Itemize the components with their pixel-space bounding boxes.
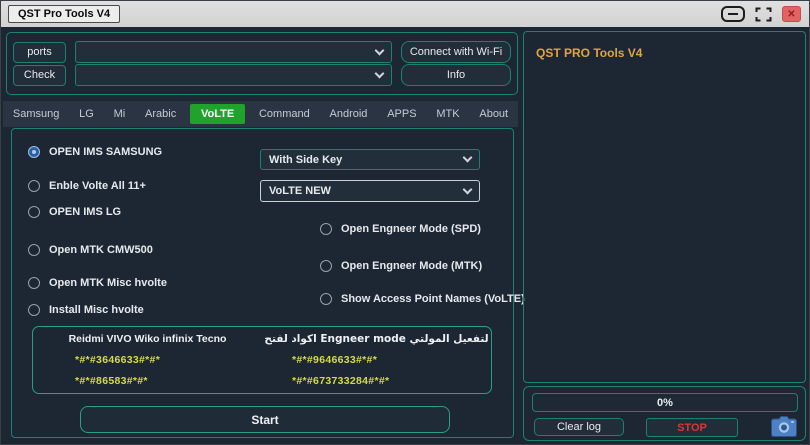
radio-icon (28, 206, 40, 218)
tab-android[interactable]: Android (324, 104, 374, 124)
progress-bar: 0% (532, 393, 798, 412)
tab-about[interactable]: About (473, 104, 514, 124)
radio-open-ims-lg[interactable]: OPEN IMS LG (28, 206, 121, 218)
tab-mtk[interactable]: MTK (430, 104, 465, 124)
titlebar: QST Pro Tools V4 ✕ (1, 1, 809, 27)
radio-open-mtk-cmw500[interactable]: Open MTK CMW500 (28, 244, 153, 256)
dial-code: *#*#673733284#*#* (262, 375, 491, 387)
radio-install-misc-hvolte[interactable]: Install Misc hvolte (28, 304, 144, 316)
chevron-down-icon (463, 153, 473, 163)
codes-column-engineer: اكواد لفتح Engneer mode لتفعيل المولتي *… (262, 333, 491, 393)
tab-bar: Samsung LG Mi Arabic VoLTE Command Andro… (3, 101, 518, 127)
tab-volte[interactable]: VoLTE (190, 104, 245, 124)
ports-button[interactable]: ports (13, 42, 66, 63)
radio-open-ims-samsung[interactable]: OPEN IMS SAMSUNG (28, 146, 162, 158)
volte-tab-panel: OPEN IMS SAMSUNG Enble Volte All 11+ OPE… (11, 128, 514, 438)
camera-icon (771, 416, 797, 437)
info-button[interactable]: Info (401, 64, 511, 86)
connection-panel: ports Connect with Wi-Fi Check Info (6, 32, 518, 95)
footer-panel: 0% Clear log STOP (523, 386, 806, 441)
check-row: Check Info (13, 64, 511, 86)
dial-codes-box: Reidmi VIVO Wiko infinix Tecno *#*#36466… (32, 326, 492, 394)
tab-apps[interactable]: APPS (381, 104, 422, 124)
radio-icon (28, 244, 40, 256)
tab-arabic[interactable]: Arabic (139, 104, 182, 124)
minimize-button[interactable] (721, 6, 745, 22)
close-icon: ✕ (787, 9, 795, 20)
radio-icon (28, 304, 40, 316)
tab-samsung[interactable]: Samsung (7, 104, 65, 124)
radio-engineer-mode-spd[interactable]: Open Engneer Mode (SPD) (320, 223, 481, 235)
dial-code: *#*#86583#*#* (33, 375, 262, 387)
codes-column-brands: Reidmi VIVO Wiko infinix Tecno *#*#36466… (33, 333, 262, 393)
tab-mi[interactable]: Mi (108, 104, 132, 124)
screenshot-button[interactable] (770, 414, 798, 438)
radio-show-apn-volte[interactable]: Show Access Point Names (VoLTE) (320, 293, 525, 305)
close-button[interactable]: ✕ (782, 6, 801, 22)
check-select[interactable] (75, 64, 392, 86)
stop-button[interactable]: STOP (646, 418, 738, 437)
side-key-select-value: With Side Key (269, 154, 464, 166)
radio-engineer-mode-mtk[interactable]: Open Engneer Mode (MTK) (320, 260, 482, 272)
radio-icon (320, 260, 332, 272)
start-button[interactable]: Start (80, 406, 450, 433)
check-button[interactable]: Check (13, 65, 66, 86)
connect-wifi-button[interactable]: Connect with Wi-Fi (401, 41, 511, 63)
log-output-panel: QST PRO Tools V4 (523, 31, 806, 383)
progress-value: 0% (657, 397, 673, 409)
radio-icon (320, 223, 332, 235)
window-title: QST Pro Tools V4 (8, 5, 120, 23)
chevron-down-icon (375, 68, 385, 78)
volte-mode-select-value: VoLTE NEW (269, 185, 464, 197)
dial-code: *#*#3646633#*#* (33, 354, 262, 366)
minimize-icon (728, 13, 738, 15)
window-controls: ✕ (721, 6, 809, 22)
codes-engineer-header: اكواد لفتح Engneer mode لتفعيل المولتي (262, 333, 491, 345)
radio-open-mtk-misc-hvolte[interactable]: Open MTK Misc hvolte (28, 277, 167, 289)
volte-mode-select[interactable]: VoLTE NEW (260, 180, 480, 202)
app-window: QST Pro Tools V4 ✕ ports (0, 0, 810, 445)
chevron-down-icon (463, 184, 473, 194)
fullscreen-icon (755, 7, 772, 22)
side-key-select[interactable]: With Side Key (260, 149, 480, 170)
log-brand-title: QST PRO Tools V4 (536, 46, 793, 60)
maximize-button[interactable] (755, 7, 772, 22)
codes-brands-header: Reidmi VIVO Wiko infinix Tecno (33, 333, 262, 345)
radio-icon (28, 180, 40, 192)
radio-icon (320, 293, 332, 305)
chevron-down-icon (375, 45, 385, 55)
tab-lg[interactable]: LG (73, 104, 100, 124)
ports-row: ports Connect with Wi-Fi (13, 41, 511, 63)
ports-select[interactable] (75, 41, 392, 63)
radio-icon (28, 277, 40, 289)
dial-code: *#*#9646633#*#* (262, 354, 491, 366)
radio-selected-icon (28, 146, 40, 158)
tab-command[interactable]: Command (253, 104, 316, 124)
radio-enable-volte-all[interactable]: Enble Volte All 11+ (28, 180, 146, 192)
clear-log-button[interactable]: Clear log (534, 418, 624, 436)
